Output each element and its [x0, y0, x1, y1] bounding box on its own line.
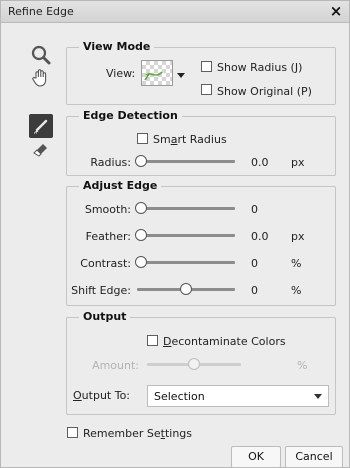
- title-bar[interactable]: Refine Edge ×: [1, 1, 349, 23]
- amount-slider-thumb: [188, 358, 200, 370]
- output-to-value: Selection: [154, 390, 205, 403]
- radius-slider[interactable]: [137, 160, 235, 163]
- show-radius-checkbox[interactable]: [201, 61, 212, 72]
- shift-edge-slider-thumb[interactable]: [180, 283, 192, 295]
- dialog-title: Refine Edge: [8, 5, 74, 18]
- shift-edge-unit: %: [291, 284, 302, 297]
- amount-label: Amount:: [92, 359, 139, 372]
- feather-slider-thumb[interactable]: [135, 229, 147, 241]
- adjust-edge-legend: Adjust Edge: [79, 179, 162, 192]
- contrast-unit: %: [291, 257, 302, 270]
- shift-edge-value: 0: [251, 284, 258, 297]
- smart-radius-checkbox[interactable]: [137, 133, 148, 144]
- chevron-down-icon[interactable]: [177, 73, 185, 78]
- edge-detection-legend: Edge Detection: [79, 109, 182, 122]
- feather-unit: px: [291, 230, 305, 243]
- view-mode-preview[interactable]: [141, 60, 173, 86]
- contrast-label: Contrast:: [80, 257, 131, 270]
- view-label: View:: [106, 67, 136, 80]
- chevron-down-icon: [314, 394, 322, 399]
- amount-unit: %: [297, 359, 308, 372]
- output-to-select[interactable]: Selection: [147, 385, 329, 407]
- smooth-slider-thumb[interactable]: [135, 202, 147, 214]
- feather-slider[interactable]: [137, 234, 235, 237]
- contrast-slider-thumb[interactable]: [135, 256, 147, 268]
- smooth-value: 0: [251, 203, 258, 216]
- view-mode-legend: View Mode: [79, 40, 155, 53]
- decontaminate-label: Decontaminate Colors: [163, 335, 286, 348]
- show-original-label: Show Original (P): [217, 85, 312, 98]
- contrast-slider[interactable]: [137, 261, 235, 264]
- radius-value: 0.0: [251, 156, 269, 169]
- remember-settings-label: Remember Settings: [83, 427, 193, 440]
- radius-unit: px: [291, 156, 305, 169]
- shift-edge-label: Shift Edge:: [71, 284, 131, 297]
- contrast-value: 0: [251, 257, 258, 270]
- output-to-label: Output To:: [73, 389, 131, 402]
- erase-refinements-icon[interactable]: [31, 138, 51, 158]
- hand-icon[interactable]: [30, 67, 52, 89]
- close-icon[interactable]: ×: [327, 2, 345, 20]
- zoom-icon[interactable]: [30, 44, 52, 66]
- smooth-slider[interactable]: [137, 207, 235, 210]
- remember-settings-checkbox[interactable]: [67, 427, 78, 438]
- refine-edge-dialog: Refine Edge × View Mode View: Show Radiu…: [0, 0, 350, 468]
- output-legend: Output: [79, 310, 131, 323]
- smart-radius-label: Smart Radius: [153, 133, 227, 146]
- feather-label: Feather:: [85, 230, 131, 243]
- cancel-button[interactable]: Cancel: [285, 446, 343, 468]
- smooth-label: Smooth:: [84, 203, 131, 216]
- feather-value: 0.0: [251, 230, 269, 243]
- radius-label: Radius:: [90, 156, 131, 169]
- radius-slider-thumb[interactable]: [135, 155, 147, 167]
- decontaminate-checkbox[interactable]: [147, 335, 158, 346]
- show-radius-label: Show Radius (J): [217, 61, 303, 74]
- ok-button[interactable]: OK: [231, 446, 281, 468]
- refine-radius-brush-icon[interactable]: [29, 114, 53, 138]
- show-original-checkbox[interactable]: [201, 84, 212, 95]
